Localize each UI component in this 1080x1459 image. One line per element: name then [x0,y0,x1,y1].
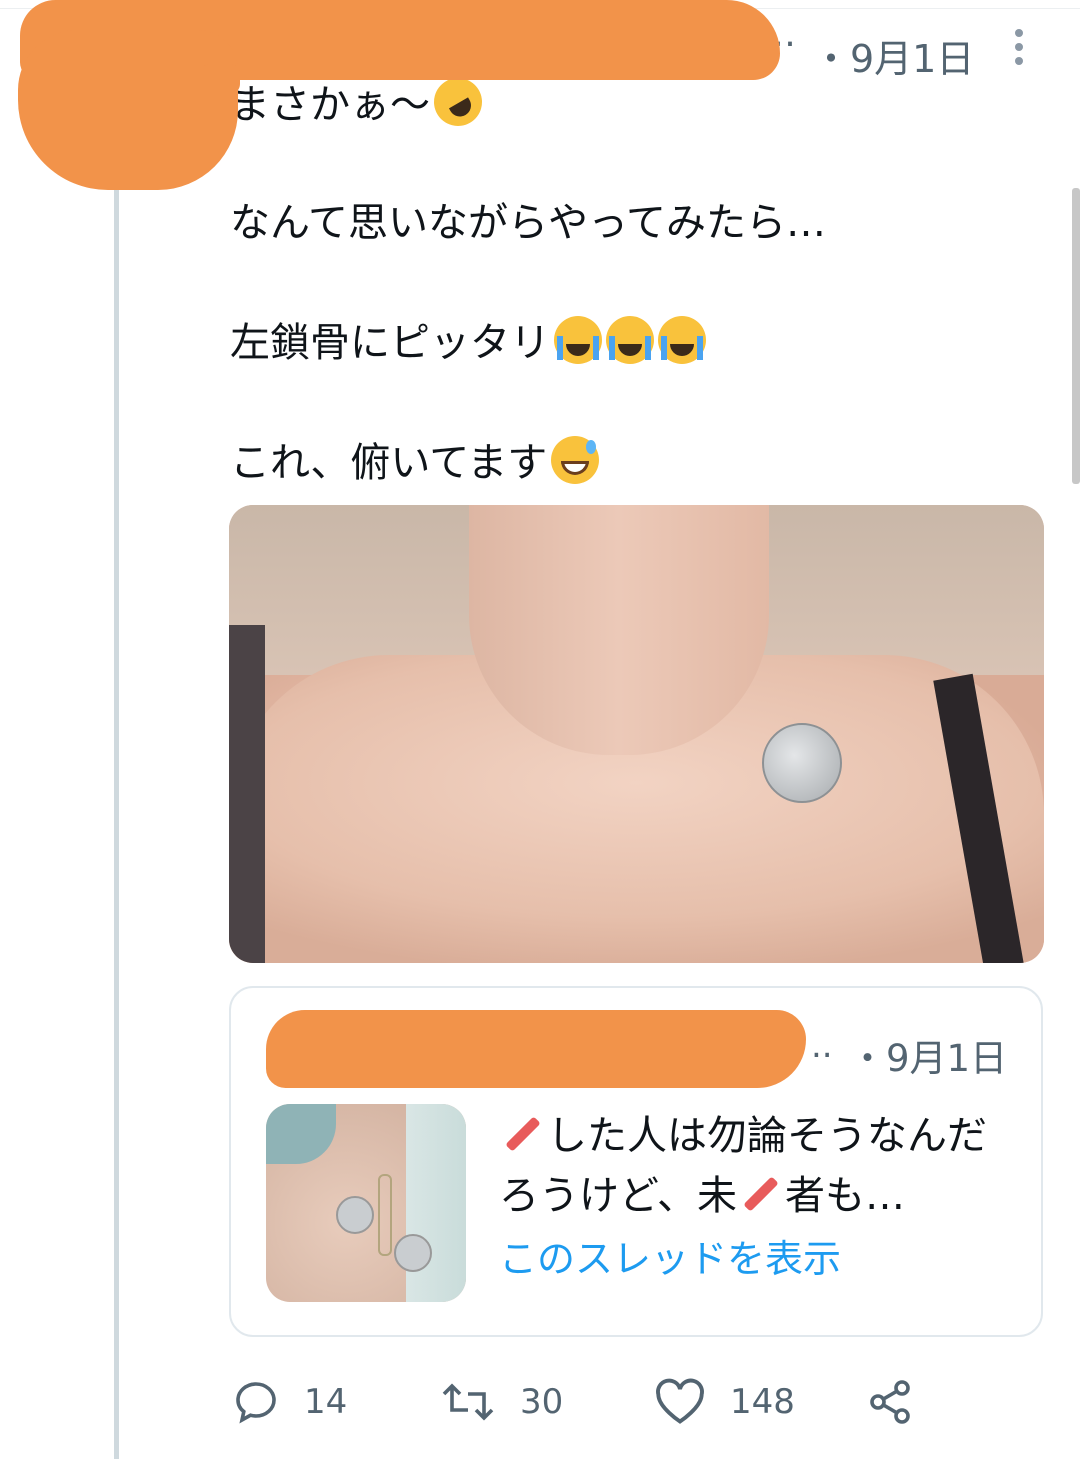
syringe-emoji-icon [505,1116,541,1152]
crying-emoji-icon [554,316,602,364]
tweet-photo[interactable] [229,505,1044,963]
like-count: 148 [730,1382,795,1422]
coin [762,723,842,803]
syringe-emoji-icon [743,1176,779,1212]
reply-icon [236,1382,276,1424]
tweet-text-line-2: なんて思いながらやってみたら… [230,200,826,246]
more-options-icon[interactable] [1006,26,1032,66]
retweet-icon [442,1383,494,1421]
redaction-mark-quoted [266,1010,806,1088]
quoted-tweet-date: ・9月1日 [849,1037,1008,1080]
crying-emoji-icon [658,316,706,364]
like-button[interactable]: 148 [654,1372,795,1432]
tweet-date[interactable]: ・9月1日 [812,28,974,83]
heart-icon [656,1378,704,1424]
crying-emoji-icon [606,316,654,364]
tweet-text-line-4: これ、俯いてます [230,430,600,488]
sweat-smile-emoji-icon [551,436,600,484]
retweet-count: 30 [520,1382,564,1422]
show-thread-link[interactable]: このスレッドを表示 [499,1228,841,1283]
scrollbar[interactable] [1072,188,1080,484]
tweet-text-line-3: 左鎖骨にピッタリ [230,310,706,368]
quoted-tweet-text: した人は勿論そうなんだろうけど、未 者も… [499,1113,987,1219]
tweet-text-line-1: まさかぁ〜 [230,69,491,135]
share-button[interactable] [866,1372,938,1432]
retweet-button[interactable]: 30 [440,1372,563,1432]
thread-connector-line [114,160,119,1459]
quoted-author-truncated: .. [811,1026,833,1066]
share-icon [870,1380,910,1424]
redaction-mark-avatar [18,30,238,190]
redaction-mark-edge [200,64,240,94]
reply-button[interactable]: 14 [232,1372,347,1432]
quoted-tweet-thumbnail[interactable] [266,1104,466,1302]
tweet-actions: 14 30 148 [232,1372,932,1432]
reply-count: 14 [304,1382,348,1422]
